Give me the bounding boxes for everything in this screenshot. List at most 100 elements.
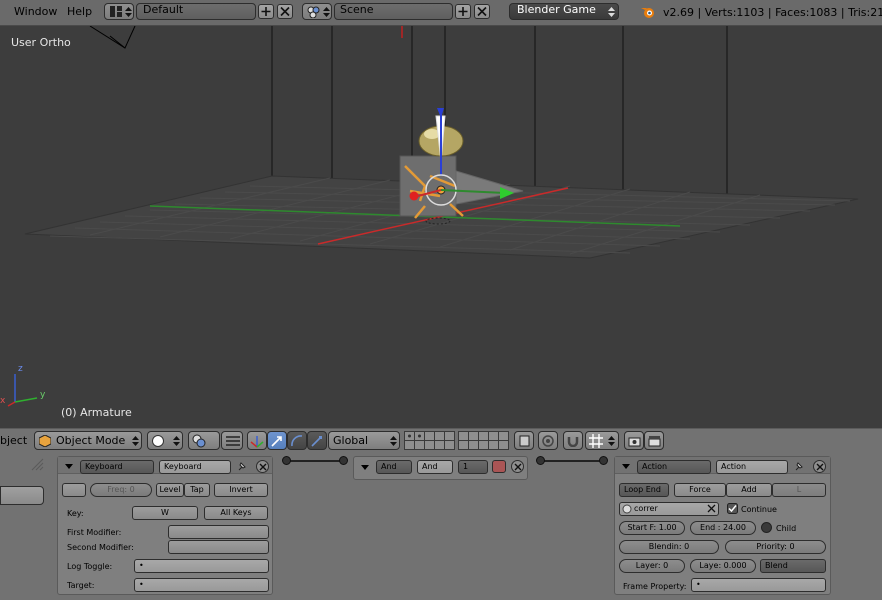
menu-help[interactable]: Help	[67, 5, 92, 18]
viewport-shading-select[interactable]	[147, 431, 183, 450]
manipulator-icon	[226, 436, 240, 446]
scene-type-button[interactable]	[302, 3, 332, 20]
second-modifier-button[interactable]	[168, 540, 269, 554]
lock-camera-layers-button[interactable]	[514, 431, 534, 450]
sensor-type-select[interactable]: Keyboard	[80, 460, 154, 474]
link-socket[interactable]	[536, 456, 545, 465]
pivot-icon	[192, 434, 206, 448]
layers-icon	[519, 435, 530, 447]
resize-corner-icon[interactable]	[30, 457, 44, 471]
menu-window[interactable]: Window	[14, 5, 57, 18]
continue-label: Continue	[741, 505, 777, 514]
collapse-arrow-icon[interactable]	[65, 464, 73, 469]
updown-arrow-icon	[608, 7, 615, 17]
remove-sensor-button[interactable]	[256, 460, 269, 473]
key-button[interactable]: W	[132, 506, 198, 520]
checkbox-checked-icon[interactable]	[727, 503, 738, 514]
second-modifier-label: Second Modifier:	[67, 543, 134, 552]
solid-shading-icon	[152, 435, 164, 447]
blendin-field[interactable]: Blendin: 0	[619, 540, 719, 554]
play-mode-select[interactable]: Loop End	[619, 483, 669, 497]
pulse-mode-buttons[interactable]	[62, 483, 86, 497]
arrow-icon	[271, 436, 282, 447]
delete-scene-button[interactable]	[474, 4, 490, 19]
layer-weight-field[interactable]: Laye: 0.000	[690, 559, 756, 573]
invert-button[interactable]: Invert	[214, 483, 268, 497]
first-modifier-button[interactable]	[168, 525, 269, 539]
frequency-field[interactable]: Freq: 0	[90, 483, 152, 497]
controller-state-select[interactable]: 1	[458, 460, 488, 474]
add-scene-button[interactable]	[455, 4, 471, 19]
updown-arrow-icon	[132, 436, 139, 446]
snap-element-select[interactable]	[585, 431, 619, 450]
screen-layout-type-button[interactable]	[104, 3, 134, 20]
force-button[interactable]: Force	[674, 483, 726, 497]
proportional-edit-button[interactable]	[538, 431, 558, 450]
transform-manipulator-button[interactable]	[247, 431, 267, 450]
rotate-manipulator-button[interactable]	[287, 431, 307, 450]
pivot-point-select[interactable]	[188, 431, 220, 450]
axis-z-label: z	[18, 364, 23, 374]
collapse-arrow-icon[interactable]	[361, 465, 369, 470]
checkbox-icon[interactable]	[761, 522, 772, 533]
blend-mode-select[interactable]: Blend	[760, 559, 826, 573]
end-frame-field[interactable]: End : 24.00	[690, 521, 756, 535]
menu-object[interactable]: bject	[0, 434, 27, 447]
target-field[interactable]: •	[134, 578, 269, 592]
preference-button[interactable]	[492, 460, 506, 473]
axis-x-label: x	[0, 396, 6, 406]
render-opengl-button[interactable]	[624, 431, 644, 450]
scale-manipulator-button[interactable]	[307, 431, 327, 450]
snap-toggle-button[interactable]	[563, 431, 583, 450]
link-socket[interactable]	[599, 456, 608, 465]
all-keys-button[interactable]: All Keys	[204, 506, 268, 520]
action-icon	[622, 504, 632, 514]
controller-type-select[interactable]: And	[376, 460, 412, 474]
actuator-type-select[interactable]: Action	[637, 460, 711, 474]
local-button[interactable]: L	[772, 483, 826, 497]
updown-arrow-icon	[173, 436, 180, 446]
actuator-name-field[interactable]: Action	[716, 460, 788, 474]
log-toggle-label: Log Toggle:	[67, 562, 113, 571]
tap-button[interactable]: Tap	[184, 483, 210, 497]
translate-manipulator-button[interactable]	[267, 431, 287, 450]
action-name-field[interactable]: correr	[619, 502, 719, 516]
manipulator-toggle[interactable]	[221, 431, 243, 450]
delete-screen-button[interactable]	[277, 4, 293, 19]
plus-icon	[261, 7, 271, 16]
remove-controller-button[interactable]	[511, 460, 524, 473]
scale-icon	[311, 436, 322, 447]
start-frame-field[interactable]: Start F: 1.00	[619, 521, 685, 535]
sensor-name-field[interactable]: Keyboard	[159, 460, 231, 474]
priority-field[interactable]: Priority: 0	[725, 540, 826, 554]
updown-arrow-icon	[608, 436, 615, 446]
pin-icon[interactable]	[793, 460, 805, 473]
collapse-arrow-icon[interactable]	[622, 464, 630, 469]
layer-buttons[interactable]	[404, 431, 509, 450]
add-button[interactable]: Add	[726, 483, 772, 497]
layer-field[interactable]: Layer: 0	[619, 559, 685, 573]
close-icon	[514, 463, 522, 471]
controller-name-field[interactable]: And	[417, 460, 453, 474]
magnet-icon	[567, 437, 579, 447]
render-animation-button[interactable]	[644, 431, 664, 450]
orientation-value: Global	[333, 434, 369, 447]
log-toggle-field[interactable]: •	[134, 559, 269, 573]
clapperboard-icon	[648, 436, 661, 447]
scene-statistics: v2.69 | Verts:1103 | Faces:1083 | Tris:2…	[663, 6, 882, 19]
pin-icon[interactable]	[236, 460, 248, 473]
add-sensor-button[interactable]	[0, 486, 44, 505]
proportional-icon	[542, 435, 554, 447]
remove-actuator-button[interactable]	[813, 460, 826, 473]
object-mode-icon	[39, 435, 51, 447]
frame-property-field[interactable]: •	[691, 578, 826, 592]
clear-icon[interactable]	[707, 504, 716, 513]
frame-property-label: Frame Property:	[623, 582, 687, 591]
first-modifier-label: First Modifier:	[67, 528, 122, 537]
link-socket[interactable]	[339, 456, 348, 465]
link-socket[interactable]	[282, 456, 291, 465]
level-button[interactable]: Level	[156, 483, 184, 497]
viewport-scene	[7, 26, 859, 407]
add-screen-button[interactable]	[258, 4, 274, 19]
3d-viewport[interactable]: z y x User Ortho (0) Armature	[0, 26, 882, 428]
